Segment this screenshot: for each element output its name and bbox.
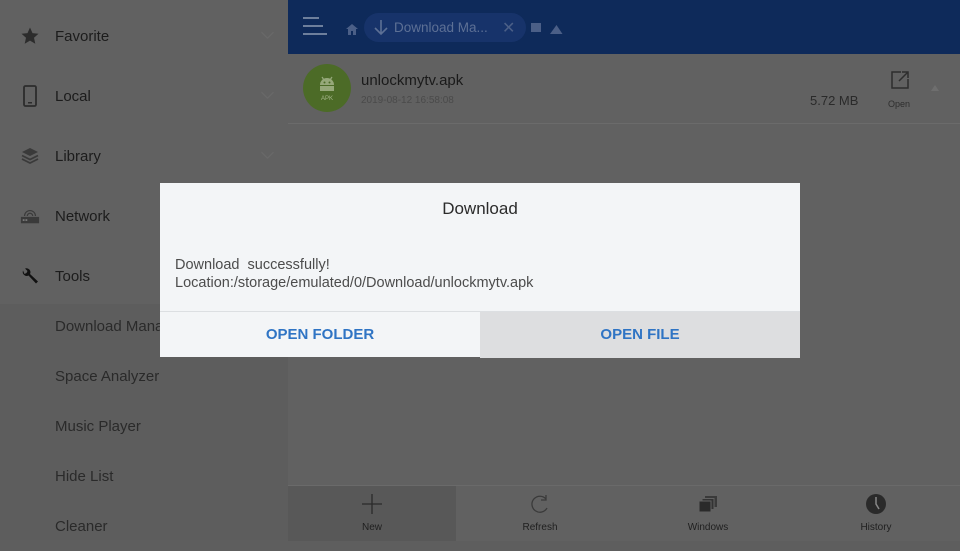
dialog-title: Download: [442, 199, 518, 218]
sidebar-subitem-space-analyzer[interactable]: Space Analyzer: [0, 351, 288, 401]
layers-icon: [20, 146, 40, 166]
close-icon[interactable]: ✕: [502, 18, 515, 38]
bottom-toolbar: New Refresh Windows History: [288, 485, 960, 541]
refresh-icon: [528, 492, 552, 516]
sidebar-item-label: Favorite: [55, 27, 110, 45]
sidebar-subitem-music-player[interactable]: Music Player: [0, 401, 288, 451]
breadcrumb-label: Download Ma...: [394, 20, 488, 35]
sidebar-subitem-label: Music Player: [55, 417, 141, 435]
plus-icon: [360, 492, 384, 516]
open-label[interactable]: Open: [888, 99, 910, 109]
sidebar-item-library[interactable]: Library: [0, 126, 288, 186]
top-bar: Download Ma... ✕: [288, 0, 960, 54]
new-label: New: [361, 522, 382, 533]
sidebar-item-label: Network: [55, 207, 111, 225]
apk-file-icon: APK: [303, 64, 351, 112]
wrench-icon: [20, 266, 40, 286]
windows-icon: [696, 492, 720, 516]
windows-button[interactable]: Windows: [624, 486, 792, 541]
phone-icon: [20, 85, 40, 107]
star-icon: [20, 26, 40, 46]
history-button[interactable]: History: [792, 486, 960, 541]
sidebar-item-label: Local: [55, 87, 91, 105]
sidebar-item-label: Library: [55, 147, 101, 165]
file-date: 2019-08-12 16:58:08: [361, 95, 454, 106]
sidebar-item-label: Tools: [55, 267, 91, 285]
apk-tag: APK: [320, 96, 333, 102]
menu-icon[interactable]: [303, 17, 327, 37]
open-file-button[interactable]: OPEN FILE: [480, 312, 800, 358]
chevron-down-icon[interactable]: [261, 26, 274, 39]
refresh-label: Refresh: [522, 522, 558, 533]
dialog-buttons: OPEN FOLDER OPEN FILE: [160, 311, 800, 358]
download-arrow-icon: [374, 19, 388, 41]
download-dialog: Download Download successfully! Location…: [160, 183, 800, 358]
scroll-up-icon[interactable]: [931, 85, 939, 91]
cloud-icon[interactable]: [550, 22, 563, 40]
breadcrumb-tab[interactable]: Download Ma... ✕: [364, 13, 526, 42]
history-label: History: [860, 522, 892, 533]
new-button[interactable]: New: [288, 486, 456, 541]
sidebar-subitem-label: Cleaner: [55, 517, 108, 535]
sidebar-subitem-hide-list[interactable]: Hide List: [0, 451, 288, 501]
square-icon[interactable]: [531, 23, 541, 32]
dialog-message-status: Download successfully!: [175, 257, 330, 273]
file-name: unlockmytv.apk: [361, 72, 464, 89]
sidebar-subitem-cleaner[interactable]: Cleaner: [0, 501, 288, 551]
clock-icon: [864, 492, 888, 516]
home-icon[interactable]: [346, 22, 358, 35]
sidebar-item-favorite[interactable]: Favorite: [0, 6, 288, 66]
open-external-icon[interactable]: [890, 70, 910, 95]
sidebar-subitem-label: Hide List: [55, 467, 114, 485]
file-size: 5.72 MB: [810, 93, 859, 108]
dialog-message-location: Location:/storage/emulated/0/Download/un…: [175, 275, 534, 291]
chevron-down-icon[interactable]: [261, 146, 274, 159]
router-icon: [20, 206, 40, 226]
sidebar-item-local[interactable]: Local: [0, 66, 288, 126]
file-row[interactable]: APK unlockmytv.apk 2019-08-12 16:58:08 5…: [288, 57, 960, 124]
chevron-down-icon[interactable]: [261, 86, 274, 99]
sidebar-subitem-label: Space Analyzer: [55, 367, 160, 385]
windows-label: Windows: [687, 522, 729, 533]
open-folder-button[interactable]: OPEN FOLDER: [160, 312, 480, 358]
dialog-message: Download successfully! Location:/storage…: [175, 256, 533, 292]
refresh-button[interactable]: Refresh: [456, 486, 624, 541]
